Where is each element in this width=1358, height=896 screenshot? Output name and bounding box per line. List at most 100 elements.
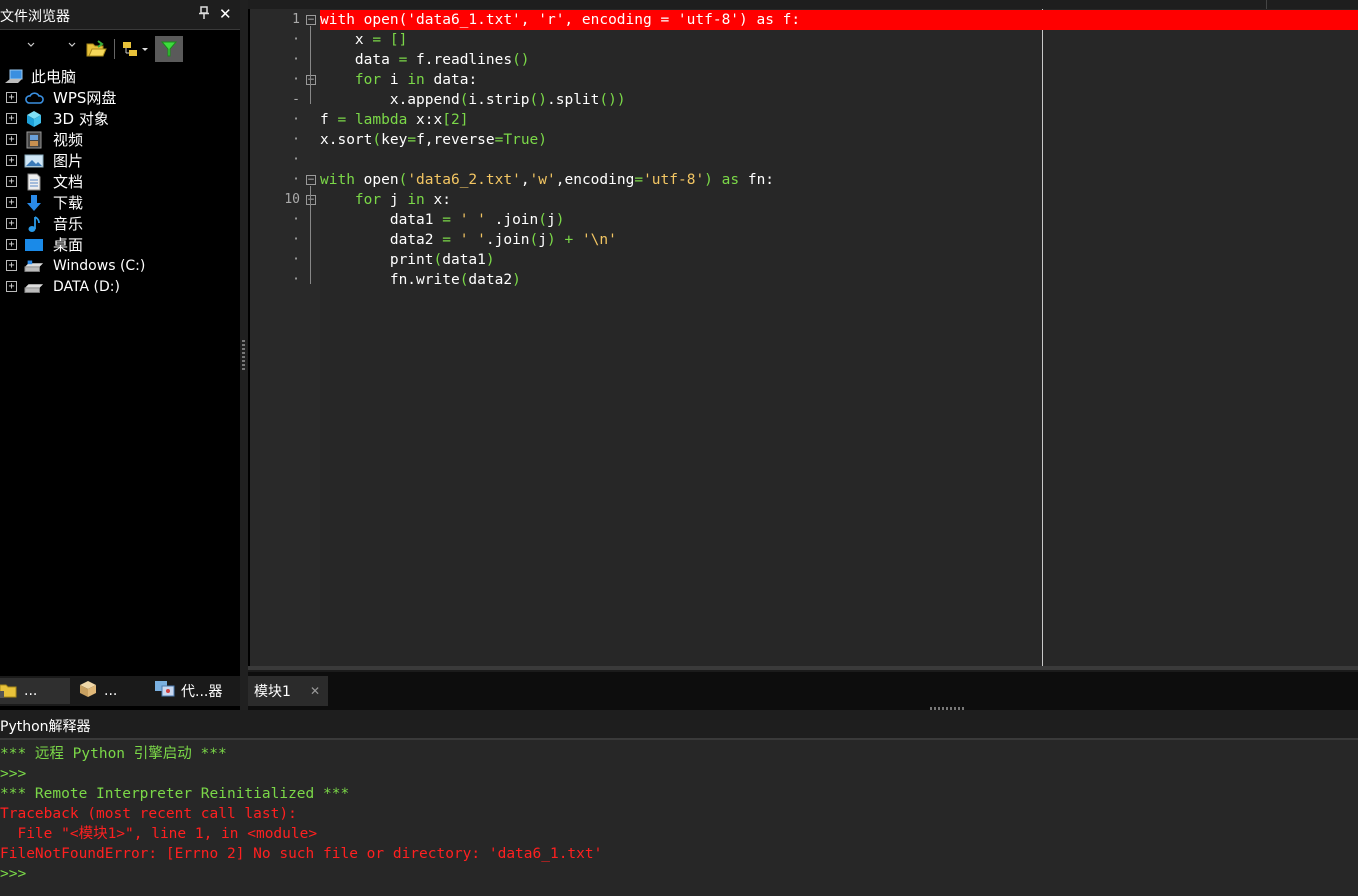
tree-node-wps-cloud[interactable]: + WPS网盘 — [0, 87, 240, 108]
expand-icon[interactable]: + — [6, 218, 17, 229]
file-browser-toolbar — [0, 34, 240, 64]
expand-icon[interactable]: + — [6, 281, 17, 292]
code-line[interactable]: x = [] — [320, 30, 1358, 50]
code-line[interactable]: f = lambda x:x[2] — [320, 110, 1358, 130]
code-token: 'utf-8' — [643, 172, 705, 188]
code-token: j — [381, 192, 408, 208]
code-token: = — [337, 112, 347, 128]
code-area[interactable]: with open('data6_1.txt', 'r', encoding =… — [320, 9, 1358, 666]
code-line[interactable]: print(data1) — [320, 250, 1358, 270]
code-token: x.append — [320, 92, 460, 108]
close-icon[interactable]: ✕ — [310, 684, 320, 698]
tree-node-documents[interactable]: + 文档 — [0, 171, 240, 192]
tree-node-downloads[interactable]: + 下载 — [0, 192, 240, 213]
editor-scrollbar[interactable] — [248, 666, 1358, 670]
expand-icon[interactable]: + — [6, 197, 17, 208]
fold-toggle-icon[interactable]: − — [306, 175, 316, 185]
desktop-icon — [24, 236, 44, 254]
fold-guide — [310, 26, 311, 104]
expand-icon[interactable]: + — [6, 92, 17, 103]
folder-view-icon[interactable] — [120, 36, 152, 62]
code-line[interactable]: x.append(i.strip().split()) — [320, 90, 1358, 110]
fold-toggle-icon[interactable]: − — [306, 15, 316, 25]
line-number: · — [292, 72, 300, 87]
code-token: = — [372, 32, 382, 48]
code-token: i.strip — [468, 92, 530, 108]
code-line[interactable] — [320, 150, 1358, 170]
expand-icon[interactable]: + — [6, 239, 17, 250]
tab-code-browser[interactable]: 代...器 — [154, 678, 240, 704]
line-number-gutter: 1···-····10····−−−− — [250, 9, 320, 666]
expand-icon[interactable]: + — [6, 176, 17, 187]
chevron-down-icon[interactable] — [67, 40, 77, 53]
chevron-down-icon[interactable] — [26, 40, 36, 53]
splitter-grip[interactable] — [242, 340, 245, 370]
code-token: f,reverse — [416, 132, 495, 148]
tab-label: ... — [104, 683, 118, 699]
expand-icon[interactable]: + — [6, 113, 17, 124]
expand-icon[interactable]: + — [6, 134, 17, 145]
tab-project[interactable]: ... — [76, 678, 146, 704]
close-icon[interactable]: ✕ — [219, 5, 232, 23]
tree-node-music[interactable]: + 音乐 — [0, 213, 240, 234]
tree-node-videos[interactable]: + 视频 — [0, 129, 240, 150]
tree-node-pictures[interactable]: + 图片 — [0, 150, 240, 171]
code-token: x — [320, 32, 373, 48]
code-line[interactable]: data1 = ' ' .join(j) — [320, 210, 1358, 230]
expand-icon[interactable]: + — [6, 155, 17, 166]
code-line[interactable]: data = f.readlines() — [320, 50, 1358, 70]
code-token: = — [398, 52, 408, 68]
download-arrow-icon — [24, 194, 44, 212]
box-tab-icon — [78, 679, 98, 703]
code-token: fn: — [739, 172, 775, 188]
drive-icon — [24, 278, 44, 296]
line-number: · — [292, 112, 300, 127]
console-line: >>> — [0, 866, 35, 882]
tree-node-desktop[interactable]: + 桌面 — [0, 234, 240, 255]
code-line[interactable]: fn.write(data2) — [320, 270, 1358, 290]
tree-node-drive-d[interactable]: + DATA (D:) — [0, 276, 240, 297]
editor-ruler — [248, 0, 1358, 9]
code-token: data1 — [442, 252, 486, 268]
tree-node-label: 音乐 — [53, 215, 84, 233]
code-token: ()) — [599, 92, 626, 108]
code-token: 'w' — [529, 172, 556, 188]
code-line[interactable]: for j in x: — [320, 190, 1358, 210]
tab-file-browser[interactable]: ... — [0, 678, 70, 704]
tree-node-drive-c[interactable]: + Windows (C:) — [0, 255, 240, 276]
open-folder-icon[interactable] — [82, 36, 110, 62]
console-line: Traceback (most recent call last): — [0, 806, 297, 822]
code-line[interactable]: data2 = ' '.join(j) + '\n' — [320, 230, 1358, 250]
pin-icon[interactable] — [198, 6, 210, 24]
console-line: File "<模块1>", line 1, in <module> — [0, 826, 318, 842]
tab-module1[interactable]: 模块1 ✕ — [248, 676, 328, 706]
fold-toggle-icon[interactable]: − — [306, 75, 316, 85]
tree-node-label: DATA (D:) — [53, 278, 120, 295]
line-number: · — [292, 32, 300, 47]
code-token: x:x — [407, 112, 443, 128]
code-token: = — [442, 232, 451, 248]
line-number: - — [292, 92, 300, 107]
file-browser-panel: 文件浏览器 ✕ 此电脑 + WPS网盘 + 3D 对象 + 视频 + 图片 + … — [0, 0, 240, 710]
code-line[interactable]: with open('data6_1.txt', 'r', encoding =… — [320, 10, 1358, 30]
expand-icon[interactable]: + — [6, 260, 17, 271]
tree-node-label: 桌面 — [53, 236, 84, 254]
code-token: j — [538, 232, 548, 248]
code-token: open — [354, 172, 399, 188]
filter-icon[interactable] — [155, 36, 183, 62]
code-line[interactable]: for i in data: — [320, 70, 1358, 90]
code-token: x.sort — [320, 132, 373, 148]
document-icon — [24, 173, 44, 191]
vertical-splitter[interactable] — [240, 0, 248, 710]
tree-node-label: 此电脑 — [31, 68, 77, 86]
tree-node-3d-objects[interactable]: + 3D 对象 — [0, 108, 240, 129]
code-line[interactable]: with open('data6_2.txt','w',encoding='ut… — [320, 170, 1358, 190]
code-token: = — [407, 132, 417, 148]
python-interpreter-panel[interactable]: Python解释器 *** 远程 Python 引擎启动 *** >>> *** … — [0, 710, 1358, 896]
fold-toggle-icon[interactable]: − — [306, 195, 316, 205]
tree-node-label: Windows (C:) — [53, 257, 146, 274]
tree-node-this-pc[interactable]: 此电脑 — [0, 66, 240, 87]
code-line[interactable]: x.sort(key=f,reverse=True) — [320, 130, 1358, 150]
code-token: ) — [555, 212, 565, 228]
